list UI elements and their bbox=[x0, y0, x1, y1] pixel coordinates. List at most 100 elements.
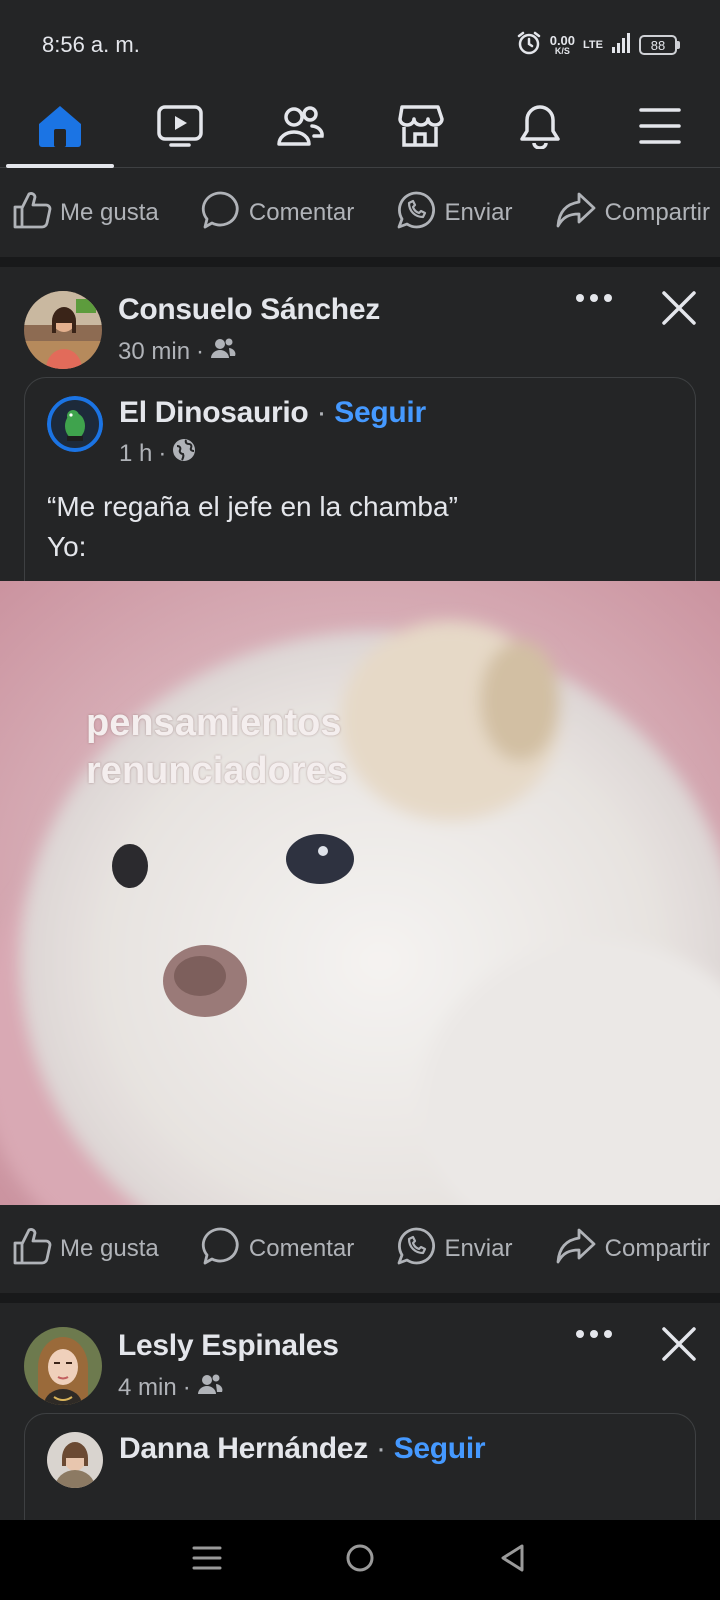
tab-home[interactable] bbox=[0, 90, 120, 168]
page-avatar[interactable] bbox=[47, 1432, 103, 1488]
alarm-icon bbox=[516, 30, 542, 61]
feed: Me gusta Comentar Enviar Compartir Consu… bbox=[0, 169, 720, 1533]
shared-post: Danna Hernández · Seguir bbox=[24, 1413, 696, 1533]
comment-icon bbox=[201, 190, 241, 237]
share-icon bbox=[555, 1226, 597, 1273]
meme-caption-line: pensamientos bbox=[86, 702, 342, 744]
post-info: 4 min · bbox=[118, 1373, 339, 1402]
post-caption: “Me regaña el jefe en la chamba” Yo: bbox=[47, 487, 673, 581]
like-label: Me gusta bbox=[60, 1235, 159, 1262]
send-button[interactable]: Enviar bbox=[396, 1226, 512, 1273]
home-button-icon[interactable] bbox=[345, 1543, 375, 1578]
separator: · bbox=[375, 1432, 386, 1465]
post-image[interactable]: pensamientos renunciadores bbox=[0, 581, 720, 1205]
shared-post-time[interactable]: 1 h bbox=[119, 440, 152, 468]
meme-caption: pensamientos renunciadores bbox=[86, 699, 348, 795]
page-avatar[interactable] bbox=[47, 396, 103, 452]
avatar[interactable] bbox=[24, 1327, 102, 1405]
share-icon bbox=[555, 190, 597, 237]
shared-post-header: El Dinosaurio · Seguir 1 h · bbox=[47, 396, 673, 469]
network-speed: 0.00 K/S bbox=[550, 34, 575, 56]
post-divider bbox=[0, 1293, 720, 1303]
like-button[interactable]: Me gusta bbox=[12, 1226, 159, 1273]
post-time[interactable]: 4 min bbox=[118, 1374, 177, 1402]
like-button[interactable]: Me gusta bbox=[12, 190, 159, 237]
comment-label: Comentar bbox=[248, 1235, 355, 1262]
post-author[interactable]: Lesly Espinales bbox=[118, 1329, 339, 1363]
system-navigation-bar bbox=[0, 1520, 720, 1600]
post-time[interactable]: 30 min bbox=[118, 338, 190, 366]
top-navigation bbox=[0, 90, 720, 168]
post-divider bbox=[0, 257, 720, 267]
thumbs-up-icon bbox=[12, 190, 52, 237]
previous-post-actions: Me gusta Comentar Enviar Compartir bbox=[0, 169, 720, 257]
shared-post-title: El Dinosaurio · Seguir bbox=[119, 396, 426, 430]
post-actions: Me gusta Comentar Enviar Compartir bbox=[0, 1205, 720, 1293]
friends-icon bbox=[276, 104, 324, 153]
caption-line: “Me regaña el jefe en la chamba” bbox=[47, 491, 458, 522]
avatar[interactable] bbox=[24, 291, 102, 369]
send-button[interactable]: Enviar bbox=[396, 190, 512, 237]
comment-icon bbox=[201, 1226, 241, 1273]
share-label: Compartir bbox=[604, 1235, 710, 1262]
post-author[interactable]: Consuelo Sánchez bbox=[118, 293, 380, 327]
like-label: Me gusta bbox=[60, 199, 159, 226]
back-icon[interactable] bbox=[498, 1543, 528, 1578]
shared-post-header: Danna Hernández · Seguir bbox=[47, 1432, 673, 1488]
close-icon[interactable] bbox=[660, 1325, 698, 1368]
comment-button[interactable]: Comentar bbox=[201, 1226, 354, 1273]
thumbs-up-icon bbox=[12, 1226, 52, 1273]
page-name[interactable]: El Dinosaurio bbox=[119, 396, 309, 429]
shared-post-meta: Danna Hernández · Seguir bbox=[119, 1432, 486, 1466]
comment-label: Comentar bbox=[248, 199, 355, 226]
whatsapp-icon bbox=[396, 1226, 436, 1273]
caption-line: Yo: bbox=[47, 531, 87, 562]
post: Consuelo Sánchez 30 min · El Dinosaurio … bbox=[0, 267, 720, 1293]
meme-caption-line: renunciadores bbox=[86, 750, 348, 792]
network-type: LTE bbox=[583, 39, 603, 51]
post-meta: Consuelo Sánchez 30 min · bbox=[118, 291, 380, 377]
follow-button[interactable]: Seguir bbox=[394, 1432, 486, 1465]
comment-button[interactable]: Comentar bbox=[201, 190, 354, 237]
post-meta: Lesly Espinales 4 min · bbox=[118, 1327, 339, 1413]
share-button[interactable]: Compartir bbox=[555, 1226, 710, 1273]
signal-icon bbox=[611, 32, 631, 59]
tab-notifications[interactable] bbox=[480, 90, 600, 167]
tab-marketplace[interactable] bbox=[360, 90, 480, 167]
tab-friends[interactable] bbox=[240, 90, 360, 167]
home-icon bbox=[37, 104, 83, 153]
share-label: Compartir bbox=[604, 199, 710, 226]
post-header: Consuelo Sánchez 30 min · bbox=[0, 267, 720, 377]
status-bar: 8:56 a. m. 0.00 K/S LTE 88 bbox=[0, 0, 720, 90]
send-label: Enviar bbox=[444, 1235, 513, 1262]
post-info: 30 min · bbox=[118, 337, 380, 366]
whatsapp-icon bbox=[396, 190, 436, 237]
page-name[interactable]: Danna Hernández bbox=[119, 1432, 368, 1465]
share-button[interactable]: Compartir bbox=[555, 190, 710, 237]
post-header: Lesly Espinales 4 min · bbox=[0, 1303, 720, 1413]
video-icon bbox=[156, 104, 204, 153]
send-label: Enviar bbox=[444, 199, 513, 226]
recent-apps-icon[interactable] bbox=[192, 1543, 222, 1578]
marketplace-icon bbox=[396, 103, 444, 154]
notifications-icon bbox=[517, 103, 563, 154]
facebook-feed-screen: 8:56 a. m. 0.00 K/S LTE 88 Me gusta Come… bbox=[0, 0, 720, 1600]
follow-button[interactable]: Seguir bbox=[334, 396, 426, 429]
close-icon[interactable] bbox=[660, 289, 698, 332]
tab-video[interactable] bbox=[120, 90, 240, 167]
more-options-icon[interactable] bbox=[574, 1327, 614, 1346]
globe-icon bbox=[172, 438, 196, 469]
friends-icon bbox=[210, 337, 236, 366]
status-icons: 0.00 K/S LTE 88 bbox=[516, 30, 680, 61]
battery-level: 88 bbox=[650, 37, 666, 53]
shared-post: El Dinosaurio · Seguir 1 h · “Me regaña … bbox=[24, 377, 696, 581]
post: Lesly Espinales 4 min · Danna Hernández … bbox=[0, 1303, 720, 1533]
shared-post-info: 1 h · bbox=[119, 438, 426, 469]
battery-indicator: 88 bbox=[639, 35, 680, 55]
status-time: 8:56 a. m. bbox=[42, 32, 140, 57]
separator: · bbox=[316, 396, 327, 429]
tab-menu[interactable] bbox=[600, 90, 720, 167]
more-options-icon[interactable] bbox=[574, 291, 614, 310]
shared-post-title: Danna Hernández · Seguir bbox=[119, 1432, 486, 1466]
friends-icon bbox=[197, 1373, 223, 1402]
